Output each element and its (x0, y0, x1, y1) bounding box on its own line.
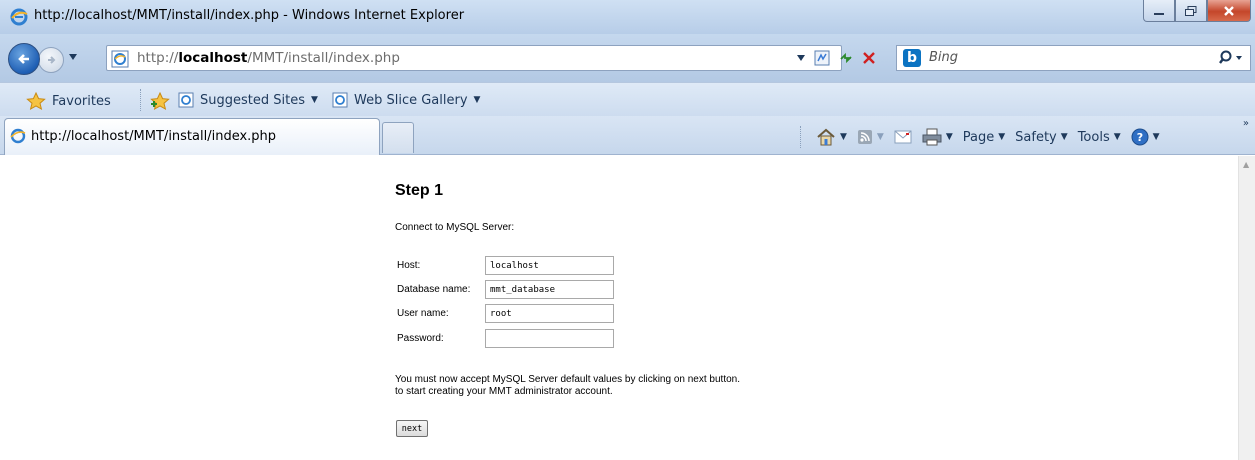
host-input[interactable] (485, 256, 614, 275)
address-bar[interactable]: http://localhost/MMT/install/index.php (106, 45, 842, 71)
close-window-button[interactable] (1207, 0, 1251, 22)
favorites-label: Favorites (52, 93, 111, 109)
password-label: Password: (397, 333, 444, 344)
read-mail-button[interactable] (894, 130, 912, 144)
chevron-down-icon: ▼ (998, 132, 1006, 142)
chevron-down-icon: ▼ (1152, 132, 1160, 142)
back-arrow-icon (18, 54, 29, 64)
next-button[interactable]: next (396, 420, 428, 437)
rss-feed-icon (857, 130, 872, 144)
tab-label: http://localhost/MMT/install/index.php (31, 129, 277, 144)
database-name-label: Database name: (397, 284, 471, 295)
address-tools (796, 45, 886, 71)
favorites-button[interactable]: Favorites (26, 92, 111, 110)
ie-page-icon (332, 92, 348, 108)
add-favorite-star-icon (150, 92, 170, 110)
tab-bar: http://localhost/MMT/install/index.php ▼… (0, 116, 1255, 155)
minimize-button[interactable] (1143, 0, 1175, 22)
tools-menu[interactable]: Tools ▼ (1078, 130, 1121, 145)
safety-menu[interactable]: Safety ▼ (1015, 130, 1068, 145)
suggested-sites-link[interactable]: Suggested Sites ▼ (178, 92, 318, 108)
recent-pages-dropdown-icon[interactable] (68, 53, 78, 61)
maximize-button[interactable] (1175, 0, 1207, 22)
printer-icon (922, 128, 942, 146)
favorites-star-icon (26, 92, 46, 110)
home-button[interactable]: ▼ (816, 128, 847, 146)
minimize-icon (1154, 12, 1164, 15)
svg-text:?: ? (1136, 131, 1142, 144)
navigation-bar: http://localhost/MMT/install/index.php b… (0, 34, 1255, 82)
vertical-scrollbar[interactable]: ▲ (1238, 156, 1255, 460)
instruction-line-2: to start creating your MMT administrator… (395, 386, 613, 397)
ie-logo-icon (10, 8, 28, 26)
forward-button[interactable] (38, 47, 64, 73)
add-to-favorites-bar-button[interactable] (150, 92, 170, 110)
window-title-bar: http://localhost/MMT/install/index.php -… (0, 0, 1255, 34)
chevron-down-icon: ▼ (945, 132, 953, 142)
search-icon[interactable] (1218, 49, 1244, 67)
web-slice-gallery-label: Web Slice Gallery (354, 92, 468, 108)
safety-menu-label: Safety (1015, 129, 1057, 145)
user-name-label: User name: (397, 308, 449, 319)
database-name-input[interactable] (485, 280, 614, 299)
chevron-down-icon: ▼ (876, 132, 884, 142)
feeds-button[interactable]: ▼ (857, 129, 884, 145)
refresh-icon[interactable] (838, 50, 854, 66)
page-menu-label: Page (962, 129, 995, 145)
host-label: Host: (397, 260, 421, 271)
bing-icon: b (903, 49, 921, 67)
help-menu[interactable]: ? ▼ (1131, 128, 1160, 146)
page-title: Step 1 (395, 182, 444, 199)
help-icon: ? (1131, 128, 1149, 146)
scroll-up-arrow-icon[interactable]: ▲ (1243, 160, 1249, 169)
compatibility-view-icon[interactable] (814, 50, 830, 66)
address-url: http://localhost/MMT/install/index.php (137, 50, 400, 66)
ie-tab-icon (10, 128, 26, 144)
instruction-note: You must now accept MySQL Server default… (395, 374, 740, 398)
print-button[interactable]: ▼ (922, 128, 953, 146)
address-dropdown-icon[interactable] (796, 54, 806, 62)
intro-text: Connect to MySQL Server: (395, 222, 515, 233)
instruction-line-1: You must now accept MySQL Server default… (395, 374, 740, 385)
mail-icon (894, 130, 912, 144)
suggested-sites-label: Suggested Sites (200, 92, 305, 108)
new-tab-button[interactable] (382, 122, 414, 153)
back-button[interactable] (8, 43, 40, 75)
ie-page-icon (178, 92, 194, 108)
favorites-separator (140, 89, 142, 111)
stop-icon[interactable] (862, 51, 876, 65)
window-title: http://localhost/MMT/install/index.php -… (34, 8, 465, 23)
page-viewport: Step 1 Connect to MySQL Server: Host: Da… (0, 156, 1238, 460)
page-icon (111, 50, 129, 68)
toolbar-overflow-icon[interactable]: » (1243, 118, 1249, 129)
forward-arrow-icon (48, 56, 56, 64)
search-placeholder: Bing (929, 50, 959, 65)
chevron-down-icon: ▼ (473, 95, 481, 105)
command-bar: ▼ ▼ ▼ Page ▼ Safety ▼ Tools ▼ ? ▼ (800, 126, 1170, 148)
password-input[interactable] (485, 329, 614, 348)
close-icon (1224, 5, 1234, 16)
chevron-down-icon: ▼ (1060, 132, 1068, 142)
tools-menu-label: Tools (1077, 129, 1110, 145)
chevron-down-icon: ▼ (310, 95, 318, 105)
page-menu[interactable]: Page ▼ (963, 130, 1005, 145)
tab-active[interactable]: http://localhost/MMT/install/index.php (4, 118, 380, 155)
window-controls (1143, 0, 1251, 24)
web-slice-gallery-link[interactable]: Web Slice Gallery ▼ (332, 92, 480, 108)
chevron-down-icon: ▼ (840, 132, 847, 142)
restore-icon (1185, 5, 1197, 16)
user-name-input[interactable] (485, 304, 614, 323)
search-box[interactable]: b Bing (896, 45, 1251, 71)
command-bar-separator (800, 126, 802, 148)
favorites-bar: Favorites Suggested Sites ▼ Web Slice Ga… (0, 82, 1255, 116)
chevron-down-icon: ▼ (1113, 132, 1121, 142)
home-icon (817, 128, 835, 146)
